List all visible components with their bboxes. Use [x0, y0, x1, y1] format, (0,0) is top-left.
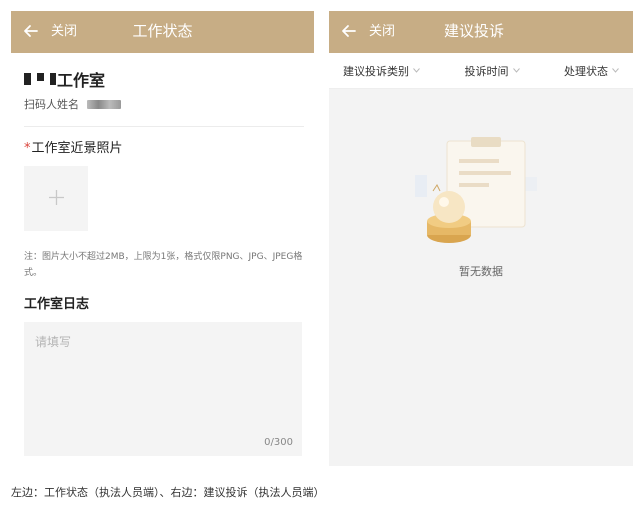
- empty-state-illustration: [415, 137, 537, 243]
- plus-icon: [49, 190, 64, 205]
- chevron-down-icon: [413, 68, 420, 73]
- page-title: 工作状态: [132, 22, 193, 40]
- photo-upload-button[interactable]: [24, 166, 88, 231]
- required-mark: *: [24, 141, 31, 156]
- filter-category[interactable]: 建议投诉类别: [343, 63, 420, 79]
- figure-caption: 左边：工作状态（执法人员端）、右边：建议投诉（执法人员端）: [11, 486, 325, 499]
- filter-label: 投诉时间: [464, 64, 509, 78]
- filter-label: 处理状态: [564, 64, 608, 78]
- scanner-label: 扫码人姓名: [24, 98, 79, 111]
- filter-status[interactable]: 处理状态: [564, 63, 619, 79]
- page-title: 建议投诉: [443, 22, 504, 40]
- char-counter: 0/300: [264, 437, 293, 448]
- work-status-screen: 关闭 工作状态 工作室 扫码人姓名 *工作室近景照片 注：图片大小不超过2MB，…: [11, 11, 314, 466]
- filter-label: 建议投诉类别: [343, 64, 409, 78]
- empty-state-text: 暂无数据: [459, 265, 503, 278]
- filter-time[interactable]: 投诉时间: [465, 63, 520, 79]
- log-placeholder: 请填写: [35, 335, 72, 349]
- photo-label: 工作室近景照片: [31, 141, 123, 156]
- complaint-screen: 关闭 建议投诉 建议投诉类别 投诉时间 处理状态 暂无数据: [329, 11, 633, 466]
- chevron-down-icon: [612, 68, 619, 73]
- redacted-text: [50, 73, 56, 85]
- studio-name: 工作室: [24, 67, 105, 91]
- titlebar: 关闭 工作状态: [11, 11, 314, 53]
- filter-bar: 建议投诉类别 投诉时间 处理状态: [329, 53, 633, 89]
- redacted-text: [37, 73, 44, 81]
- photo-section-label: *工作室近景照片: [24, 137, 123, 156]
- log-textarea[interactable]: 请填写 0/300: [24, 322, 302, 456]
- divider: [24, 126, 304, 127]
- chevron-down-icon: [512, 68, 520, 73]
- scanner-info: 扫码人姓名: [24, 96, 121, 112]
- titlebar: 关闭 建议投诉: [329, 11, 633, 53]
- log-section-label: 工作室日志: [24, 297, 90, 312]
- redacted-text: [24, 73, 31, 85]
- upload-note: 注：图片大小不超过2MB，上限为1张，格式仅限PNG、JPG、JPEG格式。: [24, 252, 303, 278]
- studio-name-suffix: 工作室: [57, 71, 106, 90]
- redacted-name: [87, 99, 121, 109]
